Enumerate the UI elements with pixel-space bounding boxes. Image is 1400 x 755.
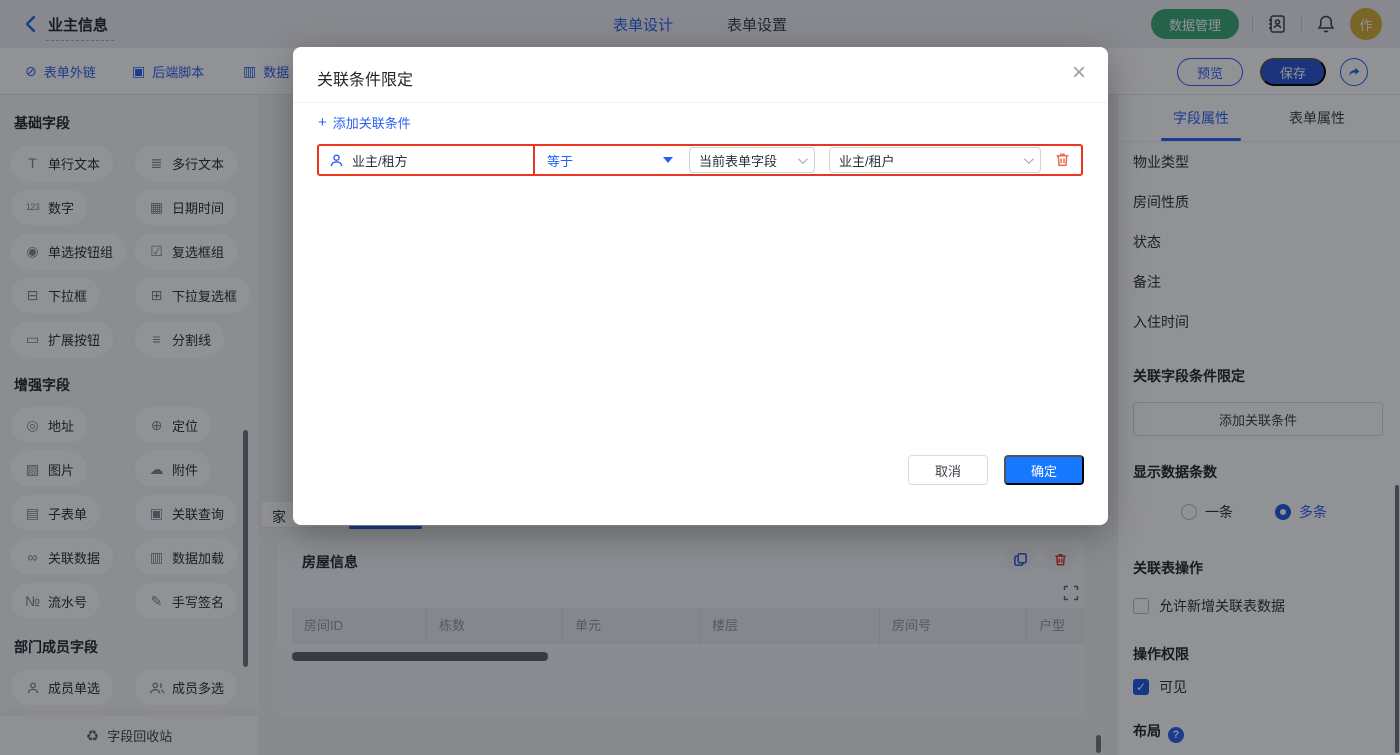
person-icon bbox=[329, 153, 344, 168]
plus-icon: + bbox=[318, 114, 327, 131]
chevron-down-icon bbox=[1024, 154, 1034, 164]
operator-value: 等于 bbox=[547, 151, 573, 170]
condition-field-select[interactable]: 业主/租方 bbox=[319, 146, 535, 174]
caret-down-icon bbox=[663, 157, 673, 163]
delete-condition-button[interactable] bbox=[1054, 151, 1072, 169]
form-designer-app: 业主信息 表单设计 表单设置 数据管理 作 ⊘ 表单外链 ▣ 后端脚本 bbox=[0, 0, 1400, 755]
modal-header: 关联条件限定 × bbox=[293, 47, 1108, 103]
condition-source-select[interactable]: 当前表单字段 bbox=[689, 147, 815, 173]
condition-row: 业主/租方 等于 当前表单字段 业主/租户 bbox=[317, 144, 1083, 176]
modal-title: 关联条件限定 bbox=[317, 66, 413, 90]
chevron-down-icon bbox=[798, 154, 808, 164]
add-link-label: 添加关联条件 bbox=[333, 113, 411, 132]
value-value: 业主/租户 bbox=[839, 151, 895, 170]
cancel-button[interactable]: 取消 bbox=[908, 455, 988, 485]
association-condition-modal: 关联条件限定 × + 添加关联条件 业主/租方 等于 当前表单字段 业主/租户 bbox=[293, 47, 1108, 525]
close-icon[interactable]: × bbox=[1072, 61, 1086, 85]
condition-operator-dropdown[interactable]: 等于 bbox=[535, 146, 685, 174]
trash-icon bbox=[1054, 151, 1071, 168]
source-value: 当前表单字段 bbox=[699, 151, 777, 170]
confirm-button[interactable]: 确定 bbox=[1004, 455, 1084, 485]
condition-field-value: 业主/租方 bbox=[352, 151, 408, 170]
condition-value-select[interactable]: 业主/租户 bbox=[829, 147, 1041, 173]
add-association-condition-link[interactable]: + 添加关联条件 bbox=[318, 113, 411, 132]
modal-footer: 取消 确定 bbox=[908, 455, 1084, 485]
